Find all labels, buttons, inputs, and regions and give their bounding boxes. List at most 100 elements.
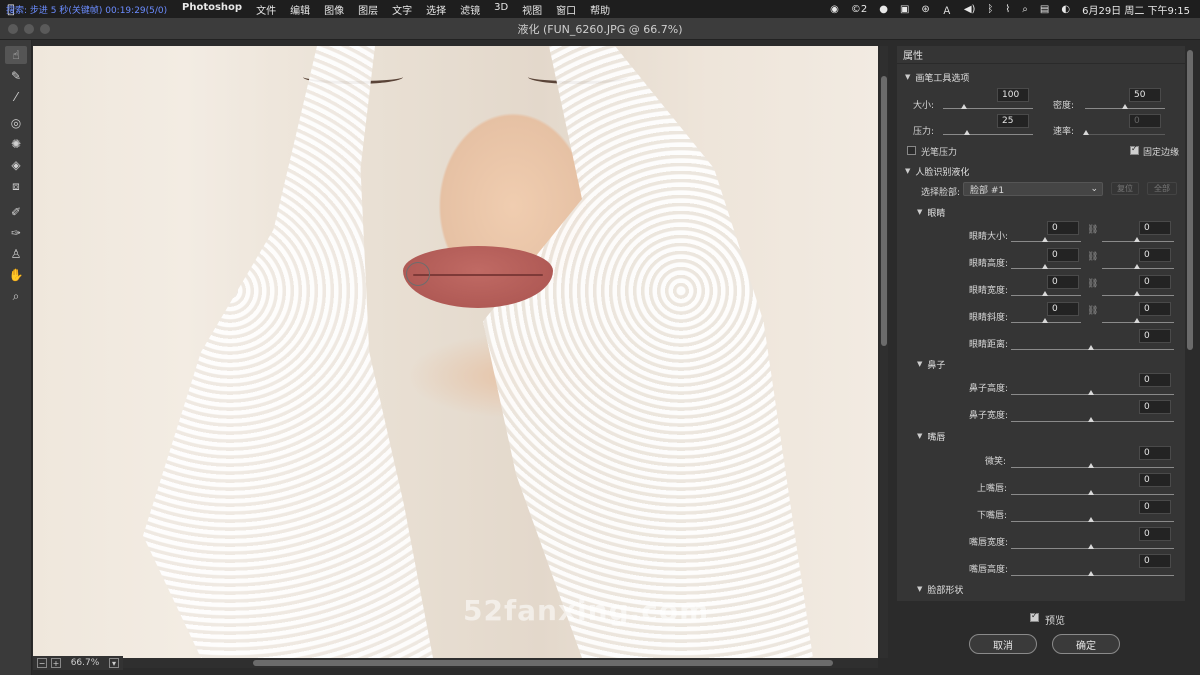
eye-size-right-field[interactable]: 0 xyxy=(1139,221,1171,235)
menu-file[interactable]: 文件 xyxy=(256,2,276,17)
bluetooth-icon[interactable]: ᛒ xyxy=(987,4,993,15)
image-canvas[interactable]: 52fanxing.com xyxy=(33,46,878,658)
search-icon[interactable]: ⌕ xyxy=(1022,4,1028,15)
nose-width-field[interactable]: 0 xyxy=(1139,400,1171,414)
face-shape-header[interactable]: ▼ 脸部形状 xyxy=(897,579,963,599)
smile-field[interactable]: 0 xyxy=(1139,446,1171,460)
size-slider[interactable] xyxy=(943,108,1033,109)
eye-height-right-field[interactable]: 0 xyxy=(1139,248,1171,262)
size-field[interactable]: 100 xyxy=(997,88,1029,102)
forward-warp-tool-icon[interactable]: ☝ xyxy=(5,46,27,64)
nose-height-field[interactable]: 0 xyxy=(1139,373,1171,387)
zoom-level[interactable]: 66.7% xyxy=(65,658,105,668)
link-icon[interactable]: ⛓ xyxy=(1087,225,1098,235)
menu-window[interactable]: 窗口 xyxy=(556,2,576,17)
input-method-icon[interactable]: Ａ xyxy=(942,2,952,17)
wifi-off-icon[interactable]: ⌇ xyxy=(1005,4,1010,15)
pucker-tool-icon[interactable]: ✺ xyxy=(5,135,27,153)
menu-3d[interactable]: 3D xyxy=(494,2,508,17)
pressure-field[interactable]: 25 xyxy=(997,114,1029,128)
menu-layer[interactable]: 图层 xyxy=(358,2,378,17)
density-field[interactable]: 50 xyxy=(1129,88,1161,102)
eye-width-right-knob[interactable] xyxy=(1134,291,1140,296)
menu-select[interactable]: 选择 xyxy=(426,2,446,17)
mouth-header[interactable]: ▼ 嘴唇 xyxy=(897,426,945,446)
brush-options-header[interactable]: ▼ 画笔工具选项 xyxy=(897,67,969,87)
pressure-slider[interactable] xyxy=(943,134,1033,135)
eye-height-left-knob[interactable] xyxy=(1042,264,1048,269)
hand-tool-icon[interactable]: ✋ xyxy=(5,266,27,284)
close-window-button[interactable] xyxy=(8,24,18,34)
canvas-horizontal-scrollbar[interactable] xyxy=(33,658,878,668)
twirl-tool-icon[interactable]: ◎ xyxy=(5,114,27,132)
mouth-width-field[interactable]: 0 xyxy=(1139,527,1171,541)
smooth-tool-icon[interactable]: ⁄ xyxy=(5,88,27,106)
select-face-dropdown[interactable]: 脸部 #1 ⌄ xyxy=(963,182,1103,196)
sync-icon[interactable]: ⊛ xyxy=(921,4,929,15)
menu-photoshop[interactable]: Photoshop xyxy=(182,2,242,17)
zoom-out-button[interactable]: − xyxy=(37,658,47,668)
eye-distance-field[interactable]: 0 xyxy=(1139,329,1171,343)
eye-tilt-left-knob[interactable] xyxy=(1042,318,1048,323)
eye-width-left-field[interactable]: 0 xyxy=(1047,275,1079,289)
zoom-dropdown-chevron-icon[interactable]: ▾ xyxy=(109,658,119,668)
lower-lip-field[interactable]: 0 xyxy=(1139,500,1171,514)
menu-edit[interactable]: 编辑 xyxy=(290,2,310,17)
cancel-button[interactable]: 取消 xyxy=(969,634,1037,654)
control-center-icon[interactable]: ▤ xyxy=(1040,4,1049,15)
horizontal-scroll-thumb[interactable] xyxy=(253,660,833,666)
nose-header[interactable]: ▼ 鼻子 xyxy=(897,354,945,374)
upper-lip-knob[interactable] xyxy=(1088,490,1094,495)
push-left-tool-icon[interactable]: ⧈ xyxy=(5,177,27,195)
face-tool-icon[interactable]: ♙ xyxy=(5,245,27,263)
volume-icon[interactable]: ◀) xyxy=(964,4,976,15)
menu-help[interactable]: 帮助 xyxy=(590,2,610,17)
pin-edges-checkbox[interactable] xyxy=(1130,144,1139,155)
zoom-tool-icon[interactable]: ⌕ xyxy=(5,287,27,305)
panel-scrollbar[interactable] xyxy=(1186,46,1194,366)
menu-image[interactable]: 图像 xyxy=(324,2,344,17)
all-button[interactable]: 全部 xyxy=(1147,182,1177,195)
eye-size-left-knob[interactable] xyxy=(1042,237,1048,242)
smile-knob[interactable] xyxy=(1088,463,1094,468)
panel-scroll-thumb[interactable] xyxy=(1187,50,1193,350)
mouth-height-field[interactable]: 0 xyxy=(1139,554,1171,568)
zoom-in-button[interactable]: + xyxy=(51,658,61,668)
nose-width-knob[interactable] xyxy=(1088,417,1094,422)
face-aware-header[interactable]: ▼ 人脸识别液化 xyxy=(897,161,969,181)
lower-lip-knob[interactable] xyxy=(1088,517,1094,522)
reset-button[interactable]: 复位 xyxy=(1111,182,1139,195)
density-slider-knob[interactable] xyxy=(1122,104,1128,109)
eyes-header[interactable]: ▼ 眼睛 xyxy=(897,202,945,222)
eye-tilt-right-knob[interactable] xyxy=(1134,318,1140,323)
eye-tilt-right-field[interactable]: 0 xyxy=(1139,302,1171,316)
eye-tilt-left-field[interactable]: 0 xyxy=(1047,302,1079,316)
eye-height-left-field[interactable]: 0 xyxy=(1047,248,1079,262)
zoom-window-button[interactable] xyxy=(40,24,50,34)
vertical-scroll-thumb[interactable] xyxy=(881,76,887,346)
minimize-window-button[interactable] xyxy=(24,24,34,34)
ok-button[interactable]: 确定 xyxy=(1052,634,1120,654)
nose-height-knob[interactable] xyxy=(1088,390,1094,395)
menu-type[interactable]: 文字 xyxy=(392,2,412,17)
size-slider-knob[interactable] xyxy=(961,104,967,109)
eye-size-left-field[interactable]: 0 xyxy=(1047,221,1079,235)
link-icon[interactable]: ⛓ xyxy=(1087,306,1098,316)
upper-lip-field[interactable]: 0 xyxy=(1139,473,1171,487)
eye-distance-knob[interactable] xyxy=(1088,345,1094,350)
mouth-height-knob[interactable] xyxy=(1088,571,1094,576)
eye-width-left-knob[interactable] xyxy=(1042,291,1048,296)
canvas-vertical-scrollbar[interactable] xyxy=(880,46,888,658)
eye-width-right-field[interactable]: 0 xyxy=(1139,275,1171,289)
link-icon[interactable]: ⛓ xyxy=(1087,252,1098,262)
circle-status-icon[interactable]: ● xyxy=(879,4,888,15)
creative-cloud-icon[interactable]: ◉ xyxy=(830,4,839,15)
bloat-tool-icon[interactable]: ◈ xyxy=(5,156,27,174)
siri-icon[interactable]: ◐ xyxy=(1061,4,1070,15)
thaw-mask-tool-icon[interactable]: ✑ xyxy=(5,224,27,242)
freeze-mask-tool-icon[interactable]: ✐ xyxy=(5,203,27,221)
eye-size-right-knob[interactable] xyxy=(1134,237,1140,242)
stylus-pressure-checkbox[interactable] xyxy=(907,146,916,155)
eye-height-right-knob[interactable] xyxy=(1134,264,1140,269)
display-icon[interactable]: ▣ xyxy=(900,4,909,15)
